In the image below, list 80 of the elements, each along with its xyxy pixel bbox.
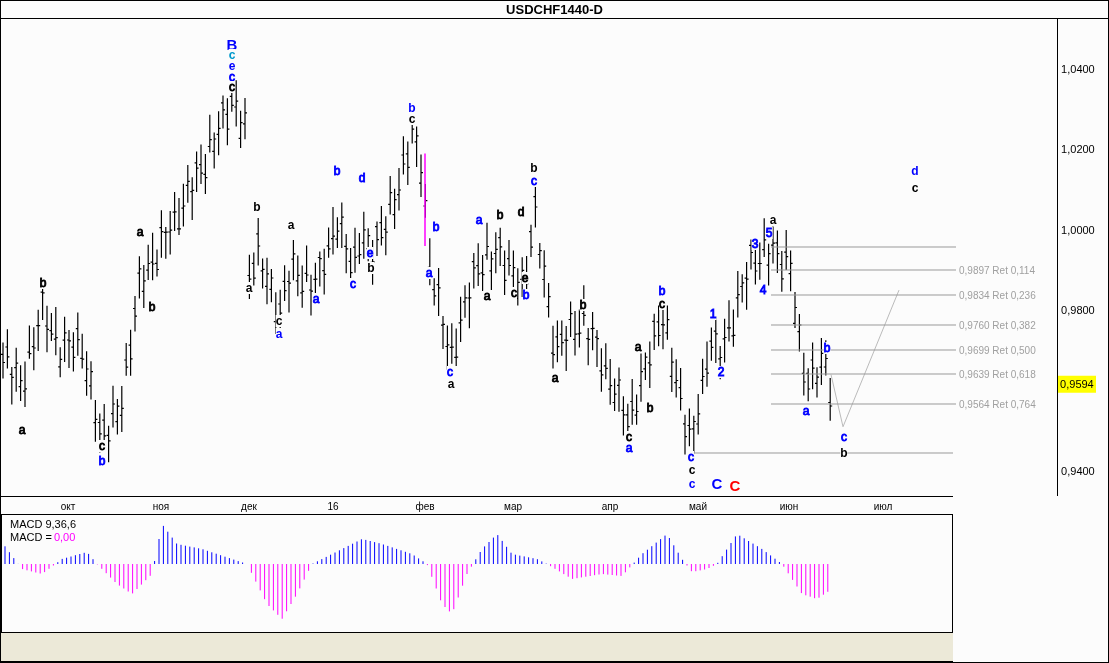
wave-label: c bbox=[408, 113, 416, 125]
wave-label: a bbox=[312, 293, 320, 305]
wave-label: d bbox=[358, 172, 366, 184]
wave-label: c bbox=[511, 287, 517, 299]
wave-label: c bbox=[229, 81, 235, 93]
wave-label: c bbox=[350, 278, 356, 290]
wave-label: b bbox=[432, 221, 440, 233]
wave-label: a bbox=[802, 405, 810, 417]
wave-label: b bbox=[658, 285, 666, 297]
wave-label: 1 bbox=[709, 308, 717, 320]
wave-label: a bbox=[136, 226, 144, 238]
date-axis-label: июл bbox=[873, 500, 893, 514]
wave-label: b bbox=[530, 162, 538, 174]
wave-label: c bbox=[841, 431, 847, 443]
wave-label: 5 bbox=[765, 227, 773, 239]
wave-label: c bbox=[275, 315, 283, 327]
wave-label: b bbox=[367, 262, 375, 274]
wave-label: b bbox=[823, 342, 831, 354]
wave-label: b bbox=[333, 165, 341, 177]
wave-label: b bbox=[253, 201, 261, 213]
wave-label: 2 bbox=[717, 366, 725, 378]
wave-label: b bbox=[840, 447, 848, 459]
wave-label: a bbox=[634, 341, 642, 353]
fib-level-label: 0,9834 Ret 0,236 bbox=[959, 288, 1036, 303]
date-axis-label: окт bbox=[60, 500, 76, 514]
wave-label: a bbox=[425, 267, 433, 279]
date-axis-label: 16 bbox=[327, 500, 339, 514]
wave-label: b bbox=[522, 289, 530, 301]
wave-label: a bbox=[18, 424, 26, 436]
wave-label: d bbox=[517, 206, 525, 218]
wave-label: d bbox=[911, 165, 919, 177]
wave-label: e bbox=[521, 272, 529, 284]
price-axis-label: 1,0200 bbox=[1061, 141, 1095, 157]
wave-label: b bbox=[646, 402, 654, 414]
wave-label: b bbox=[496, 209, 504, 221]
price-axis-label: 1,0400 bbox=[1061, 61, 1095, 77]
price-axis-label: 1,0000 bbox=[1061, 222, 1095, 238]
date-axis-label: дек bbox=[241, 500, 257, 514]
fib-level-label: 0,9564 Ret 0,764 bbox=[959, 397, 1036, 412]
macd-value-label: MACD = bbox=[10, 531, 52, 544]
wave-label: 3 bbox=[751, 238, 759, 250]
macd-title: MACD 9,36,6 bbox=[10, 518, 77, 531]
wave-label: e bbox=[366, 247, 374, 259]
wave-label: c bbox=[99, 440, 105, 452]
fib-level-label: 0,9897 Ret 0,114 bbox=[959, 263, 1035, 278]
wave-label: c bbox=[659, 298, 665, 310]
wave-label: c bbox=[911, 182, 919, 194]
macd-value: 0,00 bbox=[53, 531, 76, 544]
fib-level-label: 0,9760 Ret 0,382 bbox=[959, 318, 1036, 333]
fib-level-label: 0,9699 Ret 0,500 bbox=[959, 343, 1036, 358]
wave-label: c bbox=[688, 464, 696, 476]
wave-label: a bbox=[287, 219, 295, 231]
date-axis-label: фев bbox=[415, 500, 435, 514]
date-axis-label: май bbox=[689, 500, 707, 514]
wave-label: a bbox=[447, 378, 455, 390]
date-axis-label: апр bbox=[601, 500, 619, 514]
wave-label: a bbox=[769, 214, 777, 226]
fib-level-label: 0,9639 Ret 0,618 bbox=[959, 367, 1036, 382]
wave-label: b bbox=[148, 301, 156, 313]
wave-label: a bbox=[625, 442, 633, 454]
price-axis-label: 0,9400 bbox=[1061, 463, 1095, 479]
wave-label: b bbox=[98, 455, 106, 467]
price-axis-label: 0,9800 bbox=[1061, 302, 1095, 318]
date-axis-label: июн bbox=[779, 500, 799, 514]
wave-label: c bbox=[688, 478, 696, 490]
current-price-tag: 0,9594 bbox=[1058, 375, 1096, 393]
wave-label: a bbox=[245, 282, 253, 294]
wave-label: c bbox=[688, 451, 694, 463]
wave-label: a bbox=[475, 214, 483, 226]
date-axis-label: мар bbox=[504, 500, 522, 514]
wave-label: a bbox=[551, 372, 559, 384]
wave-label: a bbox=[275, 328, 283, 340]
wave-label: b bbox=[579, 299, 587, 311]
wave-label: c bbox=[447, 366, 453, 378]
wave-label: b bbox=[39, 277, 47, 289]
wave-label: 4 bbox=[759, 284, 767, 296]
date-axis-label: ноя bbox=[152, 500, 170, 514]
wave-label: a bbox=[483, 290, 491, 302]
wave-label: c bbox=[531, 175, 537, 187]
chart-title: USDCHF1440-D bbox=[506, 1, 603, 19]
